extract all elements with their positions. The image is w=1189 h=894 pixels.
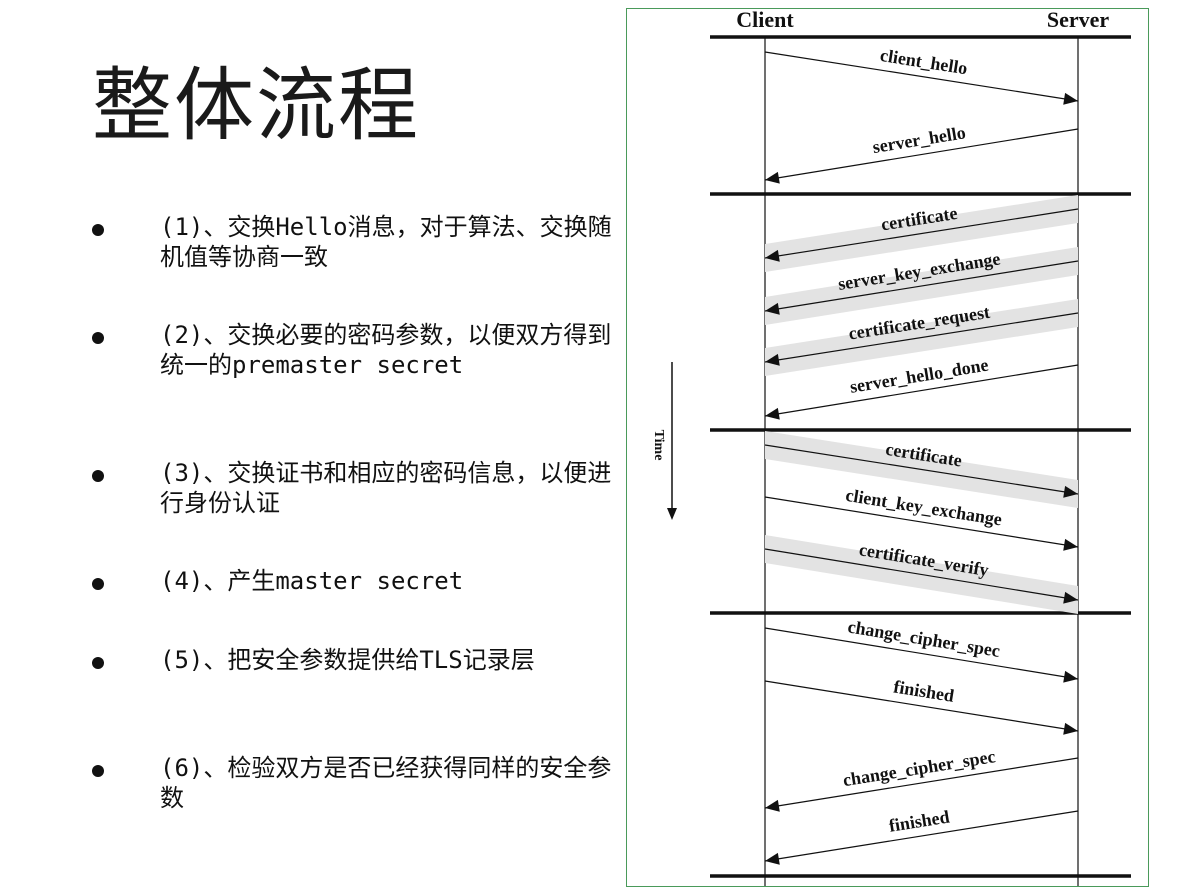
message-label: finished [887, 806, 950, 835]
time-arrow-icon [667, 362, 677, 520]
tls-handshake-diagram: client_helloserver_hellocertificateserve… [651, 7, 1131, 886]
arrowhead-icon [1063, 538, 1078, 551]
message-label: client_hello [879, 45, 969, 78]
time-label: Time [651, 430, 666, 461]
client-header: Client [736, 7, 794, 32]
message-label: finished [892, 676, 955, 705]
arrowhead-icon [1063, 670, 1078, 683]
arrowhead-icon [1063, 722, 1078, 735]
arrowhead-icon [765, 407, 780, 420]
arrowhead-icon [765, 799, 780, 812]
server-header: Server [1047, 7, 1110, 32]
arrowhead-icon [1063, 92, 1078, 105]
arrowhead-icon [765, 852, 780, 865]
message-label: server_hello [871, 122, 967, 157]
arrowhead-icon [765, 171, 780, 184]
